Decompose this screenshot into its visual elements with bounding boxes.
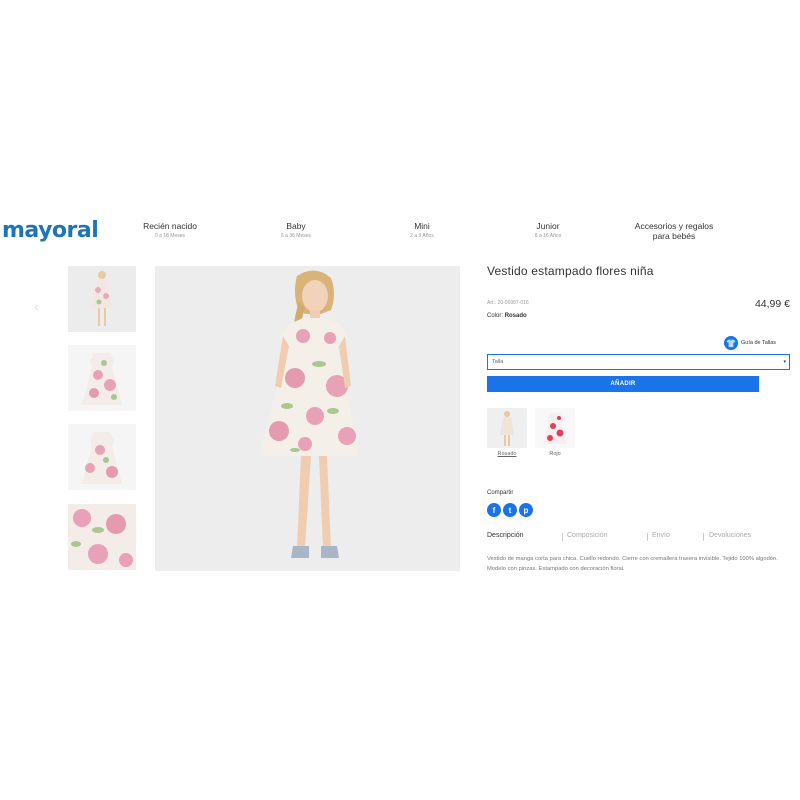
tab-composicion[interactable]: Composición bbox=[567, 532, 607, 539]
tab-divider bbox=[562, 533, 563, 541]
thumbnail-1[interactable] bbox=[68, 266, 136, 332]
nav-title: Baby bbox=[286, 221, 306, 231]
girl-dress-image bbox=[68, 266, 136, 332]
thumbnail-3[interactable] bbox=[68, 424, 136, 490]
swatch-label: Rosado bbox=[497, 451, 517, 457]
nav-title: Accesorios y regalos bbox=[634, 221, 714, 231]
add-to-cart-button[interactable]: AÑADIR bbox=[487, 376, 759, 392]
color-value: Rosado bbox=[504, 313, 527, 319]
swatch-image bbox=[487, 408, 527, 448]
thumbnail-4[interactable] bbox=[68, 504, 136, 570]
size-guide-label: Guía de Tallas bbox=[741, 340, 777, 346]
product-title: Vestido estampado flores niña bbox=[487, 264, 654, 278]
pinterest-icon[interactable]: p bbox=[519, 503, 533, 517]
swatch-image bbox=[535, 408, 575, 448]
size-guide-link[interactable]: 👕 Guía de Tallas bbox=[724, 336, 776, 350]
share-label: Compartir bbox=[487, 490, 514, 496]
nav-junior[interactable]: Junior 8 a 16 Años bbox=[493, 221, 603, 239]
color-swatch-rojo[interactable]: Rojo bbox=[535, 408, 575, 457]
size-select[interactable]: Talla ▾ bbox=[487, 354, 790, 370]
tab-descripcion[interactable]: Descripción bbox=[487, 532, 524, 539]
size-select-placeholder: Talla bbox=[492, 359, 504, 365]
rojo-dress-image bbox=[535, 408, 575, 448]
tab-divider bbox=[647, 533, 648, 541]
nav-subtitle: 8 a 16 Años bbox=[534, 233, 562, 239]
product-description: Vestido de manga corta para chica. Cuell… bbox=[487, 556, 778, 572]
color-info: Color: Rosado bbox=[487, 313, 527, 319]
share-icons: f t p bbox=[487, 503, 533, 517]
product-price: 44,99 € bbox=[754, 298, 790, 310]
girl-wearing-dress-image bbox=[155, 266, 460, 571]
mayoral-logo[interactable]: mayoral bbox=[2, 218, 99, 243]
girl-rosado-dress-image bbox=[487, 408, 527, 448]
nav-subtitle: 0 a 18 Meses bbox=[154, 233, 186, 239]
twitter-icon[interactable]: t bbox=[503, 503, 517, 517]
nav-title: Recién nacido bbox=[143, 221, 197, 231]
fabric-detail-image bbox=[68, 504, 136, 570]
product-tabs: Descripción Composición Envío Devolucion… bbox=[487, 532, 792, 544]
nav-title: Mini bbox=[414, 221, 430, 231]
dress-back-image bbox=[68, 424, 136, 490]
tab-divider bbox=[703, 533, 704, 541]
thumbnail-2[interactable] bbox=[68, 345, 136, 411]
chevron-down-icon: ▾ bbox=[783, 359, 786, 365]
nav-subtitle: 6 a 36 Meses bbox=[280, 233, 312, 239]
chevron-left-icon[interactable]: ‹ bbox=[34, 298, 39, 314]
color-label: Color: bbox=[487, 313, 504, 319]
nav-mini[interactable]: Mini 2 a 9 Años bbox=[367, 221, 477, 239]
color-swatch-rosado[interactable]: Rosado bbox=[487, 408, 527, 457]
article-number: Art.: 20-06987-016 bbox=[487, 300, 529, 306]
main-product-image[interactable] bbox=[155, 266, 460, 571]
nav-title: Junior bbox=[536, 221, 560, 231]
shirt-icon: 👕 bbox=[724, 336, 738, 350]
nav-title-line2: para bebés bbox=[652, 231, 696, 241]
swatch-label: Rojo bbox=[549, 451, 561, 457]
tab-devoluciones[interactable]: Devoluciones bbox=[709, 532, 751, 539]
tab-envio[interactable]: Envío bbox=[652, 532, 670, 539]
nav-recien-nacido[interactable]: Recién nacido 0 a 18 Meses bbox=[115, 221, 225, 239]
dress-front-image bbox=[68, 345, 136, 411]
nav-subtitle: 2 a 9 Años bbox=[410, 233, 434, 239]
nav-baby[interactable]: Baby 6 a 36 Meses bbox=[241, 221, 351, 239]
nav-accesorios[interactable]: Accesorios y regalos para bebés bbox=[619, 221, 729, 241]
facebook-icon[interactable]: f bbox=[487, 503, 501, 517]
